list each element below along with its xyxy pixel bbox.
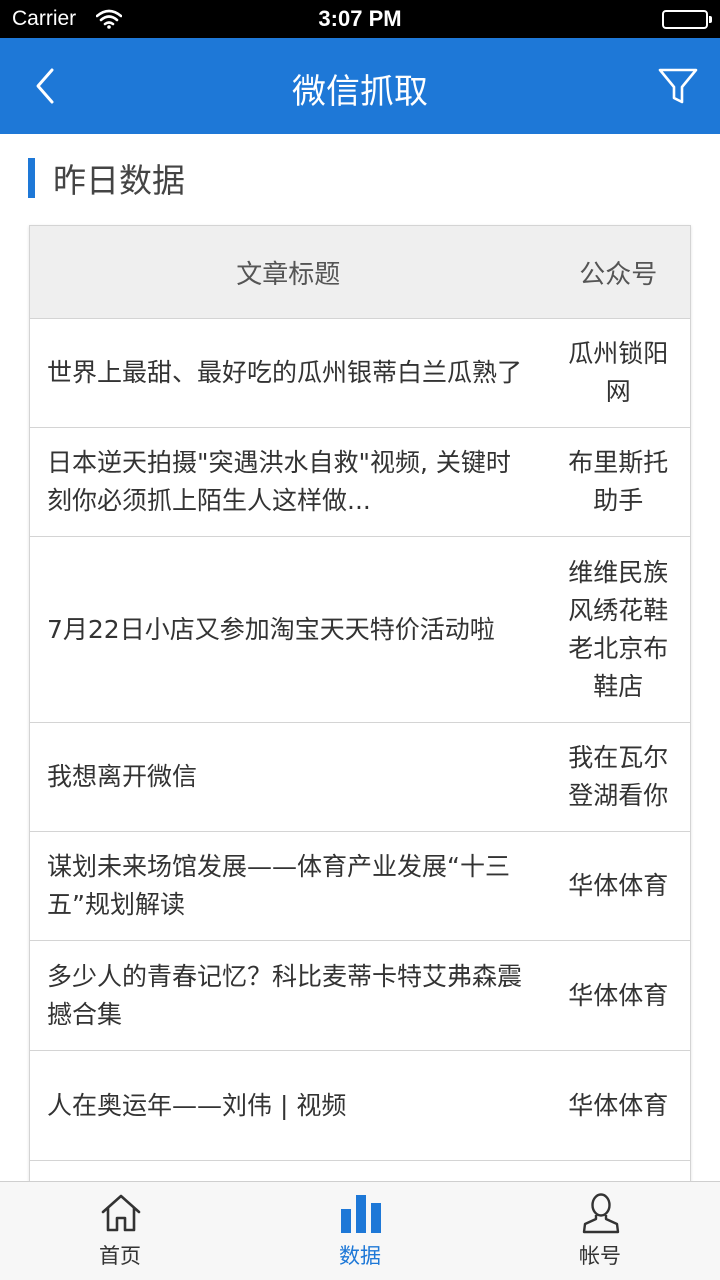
article-title: 谋划未来场馆发展——体育产业发展“十三五”规划解读 xyxy=(47,852,510,919)
tab-label: 首页 xyxy=(99,1244,141,1268)
article-title: 我想离开微信 xyxy=(47,762,198,791)
status-bar: Carrier 3:07 PM xyxy=(0,0,720,38)
home-icon xyxy=(101,1194,141,1232)
tab-account[interactable]: 帐号 xyxy=(480,1182,720,1280)
clock-time: 3:07 PM xyxy=(318,6,402,31)
table-row[interactable]: 日本逆天拍摄"突遇洪水自救"视频, 关键时刻你必须抓上陌生人这样做... 布里斯… xyxy=(30,428,690,537)
bar-chart-icon xyxy=(341,1195,381,1233)
account-name: 维维民族风绣花鞋老北京布鞋店 xyxy=(568,557,669,701)
table-row[interactable]: 谋划未来场馆发展——体育产业发展“十三五”规划解读 华体体育 xyxy=(30,832,690,941)
nav-bar: 微信抓取 xyxy=(0,38,720,134)
account-name: 我在瓦尔登湖看你 xyxy=(568,743,669,810)
section-header: 昨日数据 xyxy=(28,156,185,200)
articles-table: 文章标题 公众号 世界上最甜、最好吃的瓜州银蒂白兰瓜熟了 瓜州锁阳网 日本逆天拍… xyxy=(29,225,691,1185)
tab-bar: 首页 数据 帐号 xyxy=(0,1181,720,1280)
account-name: 华体体育 xyxy=(568,980,669,1010)
user-icon xyxy=(582,1193,620,1234)
table-row[interactable]: 我想离开微信 我在瓦尔登湖看你 xyxy=(30,723,690,832)
table-row[interactable]: 多少人的青春记忆？科比麦蒂卡特艾弗森震撼合集 华体体育 xyxy=(30,941,690,1051)
table-header: 文章标题 公众号 xyxy=(30,226,690,319)
tab-home[interactable]: 首页 xyxy=(0,1182,240,1280)
column-header-account: 公众号 xyxy=(579,259,658,290)
filter-icon xyxy=(658,68,698,104)
article-title: 7月22日小店又参加淘宝天天特价活动啦 xyxy=(47,614,495,644)
account-name: 布里斯托助手 xyxy=(568,448,669,515)
filter-button[interactable] xyxy=(654,62,702,110)
battery-icon xyxy=(662,10,712,29)
column-header-title: 文章标题 xyxy=(236,259,341,290)
article-title: 多少人的青春记忆？科比麦蒂卡特艾弗森震撼合集 xyxy=(47,961,523,1029)
section-accent-bar xyxy=(28,158,35,198)
page-title: 微信抓取 xyxy=(292,72,428,112)
article-title: 世界上最甜、最好吃的瓜州银蒂白兰瓜熟了 xyxy=(47,358,523,387)
section-title: 昨日数据 xyxy=(53,161,185,200)
tab-label: 帐号 xyxy=(579,1244,621,1268)
article-title: 人在奥运年——刘伟 | 视频 xyxy=(47,1090,347,1120)
table-row[interactable]: 7月22日小店又参加淘宝天天特价活动啦 维维民族风绣花鞋老北京布鞋店 xyxy=(30,537,690,723)
tab-data[interactable]: 数据 xyxy=(240,1182,480,1280)
account-name: 华体体育 xyxy=(568,871,669,900)
account-name: 华体体育 xyxy=(568,1090,669,1120)
table-row[interactable]: 人在奥运年——刘伟 | 视频 华体体育 xyxy=(30,1051,690,1161)
account-name: 瓜州锁阳网 xyxy=(568,339,669,406)
table-row[interactable]: 世界上最甜、最好吃的瓜州银蒂白兰瓜熟了 瓜州锁阳网 xyxy=(30,319,690,428)
tab-label: 数据 xyxy=(339,1244,381,1268)
article-title: 日本逆天拍摄"突遇洪水自救"视频, 关键时刻你必须抓上陌生人这样做... xyxy=(47,448,511,515)
